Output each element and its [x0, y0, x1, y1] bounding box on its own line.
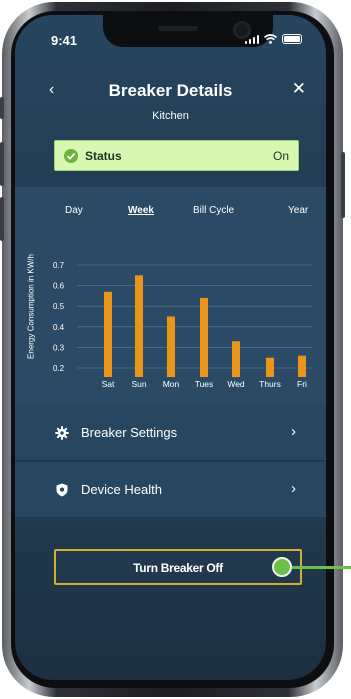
wifi-icon [264, 34, 277, 44]
status-badge: Status On [54, 140, 299, 171]
x-tick-label: Thurs [259, 379, 281, 389]
shield-icon [56, 483, 68, 497]
turn-breaker-off-button[interactable]: Turn Breaker Off [54, 549, 302, 585]
device-health-label: Device Health [81, 482, 162, 497]
energy-bar-chart: 0.7 0.6 0.5 0.4 0.3 0.2 Sat Sun Mon Tues Wed Thurs F… [53, 261, 312, 389]
bar-tues [200, 297, 208, 377]
x-tick-label: Tues [195, 379, 214, 389]
status-icons [244, 34, 302, 44]
bar-sun [135, 275, 143, 377]
x-tick-label: Sat [102, 379, 115, 389]
mute-switch [0, 97, 4, 119]
chevron-right-icon: › [291, 423, 296, 440]
speaker-grille [158, 26, 198, 31]
callout-marker [272, 557, 292, 577]
page-title: Breaker Details [108, 81, 233, 100]
breaker-settings-label: Breaker Settings [81, 425, 178, 440]
bar-mon [167, 316, 175, 377]
signal-icon [244, 34, 259, 44]
x-tick-label: Fri [297, 379, 307, 389]
y-tick-label: 0.5 [53, 302, 65, 311]
device-health-row[interactable]: Device Health › [15, 462, 326, 518]
breaker-settings-row[interactable]: Breaker Settings › [15, 405, 326, 461]
y-tick-label: 0.4 [53, 323, 65, 332]
turn-breaker-off-label: Turn Breaker Off [133, 561, 223, 575]
x-tick-label: Sun [131, 379, 146, 389]
bar-wed [232, 341, 240, 377]
app-screen: 9:41 ‹ Breaker Details Kitchen ✕ Status … [15, 15, 326, 680]
energy-chart-panel: Day Week Bill Cycle Year Energy Consumpt… [15, 187, 326, 405]
y-tick-label: 0.2 [53, 364, 65, 373]
volume-up-button [0, 142, 4, 186]
breaker-location: Kitchen [152, 110, 189, 122]
x-tick-label: Wed [227, 379, 245, 389]
bar-thurs [266, 357, 274, 377]
volume-down-button [0, 197, 4, 241]
gear-icon [55, 426, 69, 440]
power-button [341, 152, 345, 218]
status-label: Status [85, 149, 122, 163]
y-tick-label: 0.7 [53, 261, 65, 270]
callout-connector [292, 566, 351, 569]
check-circle-icon [64, 149, 78, 163]
status-time: 9:41 [51, 33, 78, 48]
x-tick-label: Mon [163, 379, 180, 389]
y-tick-label: 0.6 [53, 282, 65, 291]
bar-sat [104, 291, 112, 377]
y-tick-label: 0.3 [53, 343, 65, 352]
chevron-right-icon: › [291, 480, 296, 497]
bar-fri [298, 355, 306, 377]
battery-icon [282, 34, 302, 44]
close-icon[interactable]: ✕ [292, 79, 306, 99]
status-value: On [272, 149, 289, 163]
